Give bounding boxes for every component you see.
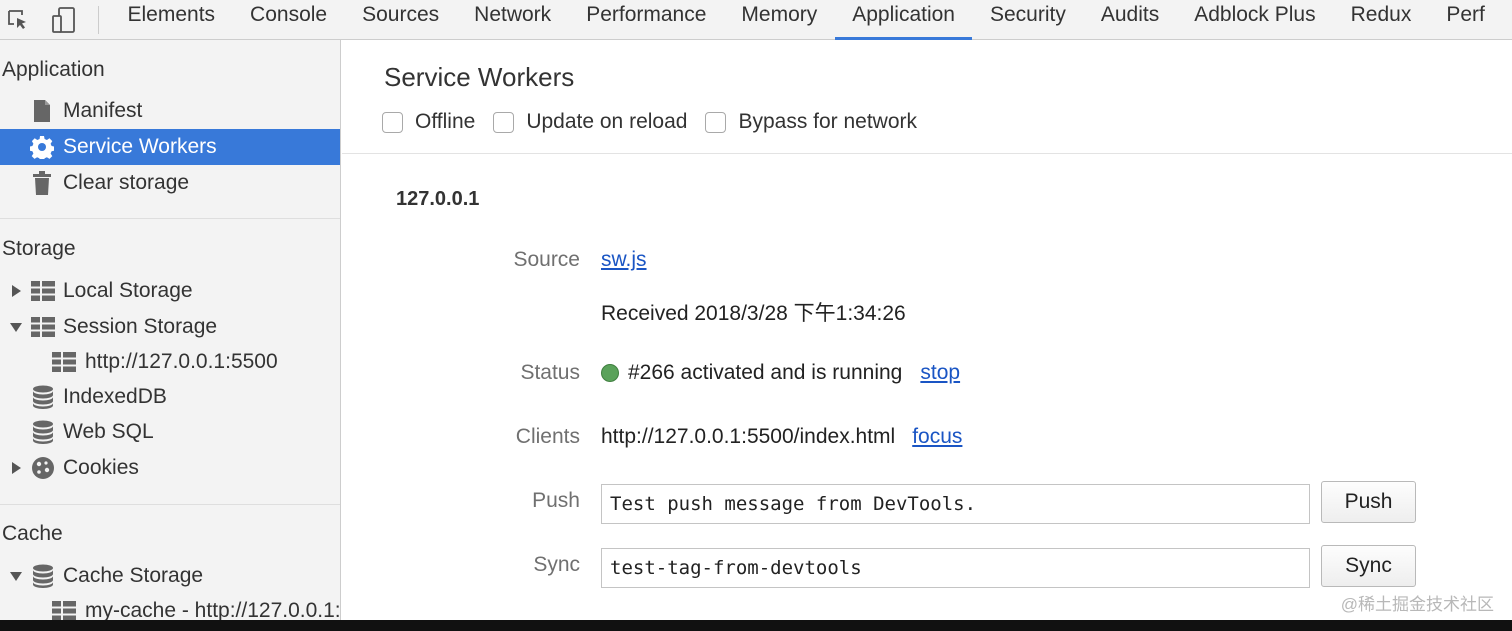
sidebar-item-label: Clear storage [63, 171, 190, 194]
sidebar-item-web-sql[interactable]: Web SQL [0, 414, 340, 450]
tab-console[interactable]: Console [233, 0, 345, 39]
panel-divider [342, 153, 1512, 154]
status-dot-icon [601, 364, 619, 382]
push-button[interactable]: Push [1321, 481, 1416, 523]
database-icon [31, 564, 55, 588]
source-link[interactable]: sw.js [601, 248, 647, 272]
sidebar-item-session-storage[interactable]: Session Storage [0, 309, 340, 345]
options-row: Offline Update on reload Bypass for netw… [382, 110, 935, 134]
worker-host: 127.0.0.1 [396, 188, 480, 210]
application-sidebar: Application Manifest Service Workers Cle… [0, 40, 341, 620]
page-title: Service Workers [384, 62, 575, 92]
bypass-for-network-label: Bypass for network [738, 110, 918, 133]
sidebar-item-my-cache[interactable]: my-cache - http://127.0.0.1:5500 [0, 593, 341, 620]
sidebar-item-label: Web SQL [63, 420, 154, 443]
source-label: Source [513, 248, 580, 271]
tab-sources[interactable]: Sources [345, 0, 457, 39]
clients-value: http://127.0.0.1:5500/index.html focus [601, 425, 962, 449]
service-workers-panel: Service Workers Offline Update on reload… [342, 40, 1512, 620]
database-icon [31, 420, 55, 444]
source-value: sw.js [601, 248, 647, 272]
tab-memory[interactable]: Memory [724, 0, 835, 39]
cookie-icon [31, 456, 55, 480]
sidebar-item-label: Service Workers [63, 135, 217, 158]
section-divider [0, 218, 340, 219]
cursor-select-icon[interactable] [4, 0, 32, 39]
tab-performance[interactable]: Performance [569, 0, 724, 39]
push-message-input[interactable] [601, 484, 1310, 524]
gear-icon [30, 135, 54, 159]
tab-adblock-plus[interactable]: Adblock Plus [1177, 0, 1333, 39]
tab-application[interactable]: Application [834, 0, 973, 40]
panel-tabs: Elements Console Sources Network Perform… [110, 0, 1503, 40]
collapse-arrow-icon[interactable] [10, 321, 22, 333]
received-time: Received 2018/3/28 下午1:34:26 [601, 302, 906, 325]
sidebar-item-cookies[interactable]: Cookies [0, 450, 340, 486]
tab-perf[interactable]: Perf [1429, 0, 1503, 39]
sidebar-item-label: Session Storage [63, 315, 218, 338]
client-url: http://127.0.0.1:5500/index.html [601, 425, 896, 448]
sync-tag-input[interactable] [601, 548, 1310, 588]
tab-audits[interactable]: Audits [1083, 0, 1176, 39]
tab-elements[interactable]: Elements [110, 0, 233, 39]
grid-icon [31, 279, 55, 303]
status-value: #266 activated and is running stop [601, 361, 960, 385]
section-heading-storage: Storage [2, 237, 76, 260]
tab-security[interactable]: Security [972, 0, 1083, 39]
sidebar-item-label: Local Storage [63, 279, 193, 302]
bottom-edge [0, 620, 1512, 631]
sidebar-item-cache-storage[interactable]: Cache Storage [0, 558, 340, 594]
sidebar-item-label: Cache Storage [63, 564, 204, 587]
focus-link[interactable]: focus [912, 425, 962, 449]
device-toggle-icon[interactable] [50, 0, 78, 39]
update-on-reload-label: Update on reload [526, 110, 688, 133]
sync-label: Sync [533, 553, 580, 576]
document-icon [30, 99, 54, 123]
sidebar-item-label: my-cache - http://127.0.0.1:5500 [85, 599, 341, 620]
toolbar-divider [98, 6, 99, 34]
sidebar-item-label: Manifest [63, 99, 143, 122]
sidebar-item-service-workers[interactable]: Service Workers [0, 129, 340, 165]
section-heading-cache: Cache [2, 522, 63, 545]
collapse-arrow-icon[interactable] [10, 570, 22, 582]
grid-icon [31, 315, 55, 339]
sidebar-item-label: Cookies [63, 456, 139, 479]
bypass-for-network-checkbox[interactable]: Bypass for network [705, 110, 917, 134]
expand-arrow-icon[interactable] [10, 462, 22, 474]
update-on-reload-checkbox[interactable]: Update on reload [493, 110, 687, 134]
checkbox-box[interactable] [493, 111, 515, 133]
watermark: @稀土掘金技术社区 [1340, 595, 1494, 614]
trash-icon [30, 171, 54, 195]
sidebar-item-session-origin[interactable]: http://127.0.0.1:5500 [0, 344, 340, 380]
grid-icon [52, 599, 76, 620]
expand-arrow-icon[interactable] [10, 285, 22, 297]
tab-network[interactable]: Network [457, 0, 569, 39]
stop-link[interactable]: stop [920, 361, 960, 385]
sidebar-item-indexeddb[interactable]: IndexedDB [0, 379, 340, 415]
sidebar-item-clear-storage[interactable]: Clear storage [0, 165, 340, 201]
status-text: #266 activated and is running [628, 361, 903, 384]
push-label: Push [532, 489, 580, 512]
sidebar-item-label: http://127.0.0.1:5500 [85, 350, 278, 373]
sync-button[interactable]: Sync [1321, 545, 1416, 587]
devtools-tab-bar: Elements Console Sources Network Perform… [0, 0, 1512, 40]
sidebar-item-manifest[interactable]: Manifest [0, 93, 340, 129]
section-heading-application: Application [2, 58, 105, 81]
clients-label: Clients [515, 425, 580, 448]
status-label: Status [520, 361, 580, 384]
offline-label: Offline [415, 110, 476, 133]
checkbox-box[interactable] [705, 111, 727, 133]
offline-checkbox[interactable]: Offline [382, 110, 475, 134]
tab-redux[interactable]: Redux [1333, 0, 1429, 39]
sidebar-item-local-storage[interactable]: Local Storage [0, 273, 340, 309]
checkbox-box[interactable] [382, 111, 403, 133]
section-divider [0, 504, 340, 505]
grid-icon [52, 350, 76, 374]
sidebar-item-label: IndexedDB [63, 385, 167, 408]
database-icon [31, 385, 55, 409]
